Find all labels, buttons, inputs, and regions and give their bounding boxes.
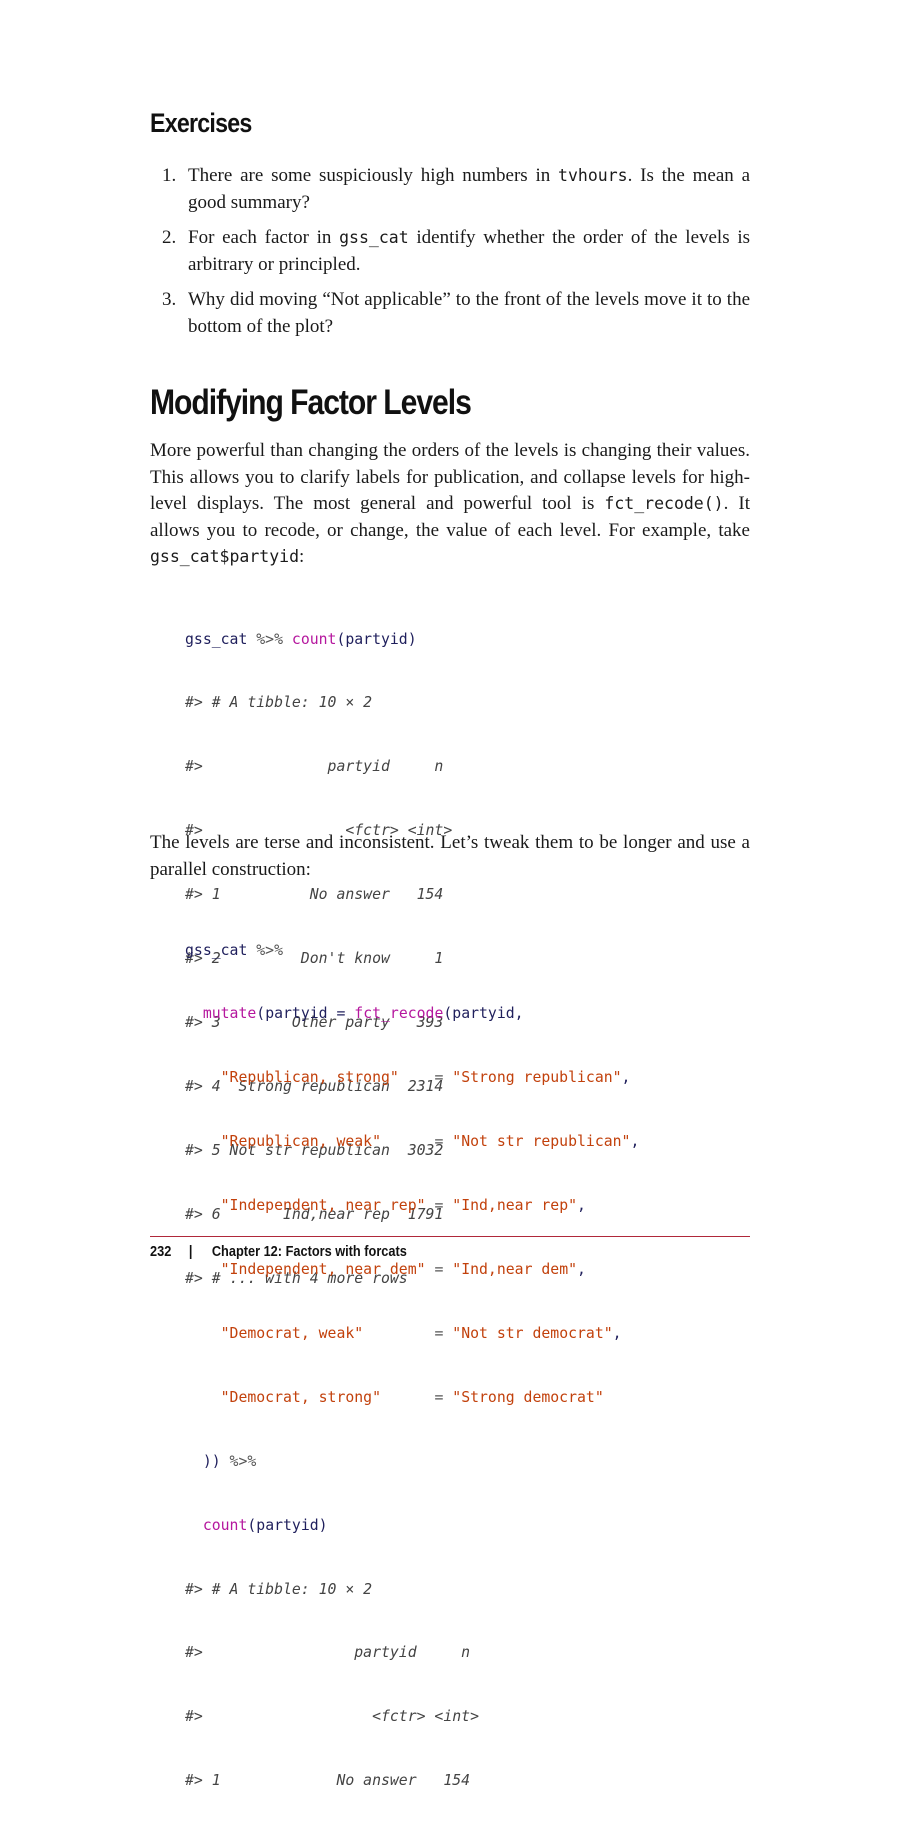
body-paragraph: More powerful than changing the orders o… (150, 438, 750, 571)
code-output-line: #> 1 No answer 154 (185, 1772, 471, 1790)
chapter-title: Chapter 12: Factors with forcats (211, 1244, 407, 1260)
section-heading: Modifying Factor Levels (150, 383, 472, 422)
code-line: "Independent, near rep" = "Ind,near rep"… (220, 1197, 586, 1215)
exercise-item: 3. Why did moving “Not applicable” to the… (150, 286, 750, 340)
code-line: "Republican, strong" = "Strong republica… (220, 1069, 631, 1087)
code-output-line: #> partyid n (185, 1644, 471, 1662)
code-line: )) %>% (185, 1452, 257, 1470)
exercises-heading: Exercises (150, 108, 252, 138)
inline-code: gss_cat$partyid (150, 547, 300, 566)
code-output-line: #> partyid n (185, 758, 444, 776)
paragraph-text: : (299, 546, 305, 567)
code-line: "Independent, near dem" = "Ind,near dem"… (220, 1261, 586, 1279)
code-output-line: #> # A tibble: 10 × 2 (185, 694, 373, 712)
exercise-text: There are some suspiciously high numbers… (188, 165, 559, 186)
code-line: "Democrat, strong" = "Strong democrat" (220, 1388, 604, 1406)
code-line: gss_cat %>% count(partyid) (185, 630, 417, 648)
footer-divider (150, 1236, 750, 1237)
code-line: gss_cat %>% (185, 941, 283, 959)
body-paragraph: The levels are terse and inconsistent. L… (150, 832, 750, 880)
exercise-number: 2. (162, 227, 177, 248)
inline-code: gss_cat (339, 228, 409, 247)
exercise-number: 1. (162, 165, 177, 186)
code-block: gss_cat %>% mutate(partyid = fct_recode(… (185, 897, 750, 1834)
inline-code: tvhours (558, 166, 628, 185)
book-page: Exercises 1. There are some suspiciously … (150, 0, 750, 1789)
code-output-line: #> # A tibble: 10 × 2 (185, 1580, 373, 1598)
code-line: mutate(partyid = fct_recode(partyid, (202, 1005, 524, 1023)
exercise-text: For each factor in (188, 227, 340, 248)
code-line: "Democrat, weak" = "Not str democrat", (220, 1324, 622, 1342)
inline-code: fct_recode() (604, 494, 724, 513)
code-line: "Republican, weak" = "Not str republican… (220, 1133, 640, 1151)
exercise-item: 1. There are some suspiciously high numbe… (150, 162, 750, 216)
page-number: 232 (150, 1244, 172, 1260)
exercise-number: 3. (162, 289, 177, 310)
exercise-list: 1. There are some suspiciously high numbe… (150, 162, 750, 348)
footer-separator: | (188, 1244, 193, 1260)
page-footer: 232 | Chapter 12: Factors with forcats (150, 1244, 407, 1260)
exercise-text: Why did moving “Not applicable” to the f… (188, 289, 750, 337)
code-output-line: #> <fctr> <int> (185, 1708, 479, 1726)
code-line: count(partyid) (202, 1516, 328, 1534)
exercise-item: 2. For each factor in gss_cat identify wh… (150, 224, 750, 278)
